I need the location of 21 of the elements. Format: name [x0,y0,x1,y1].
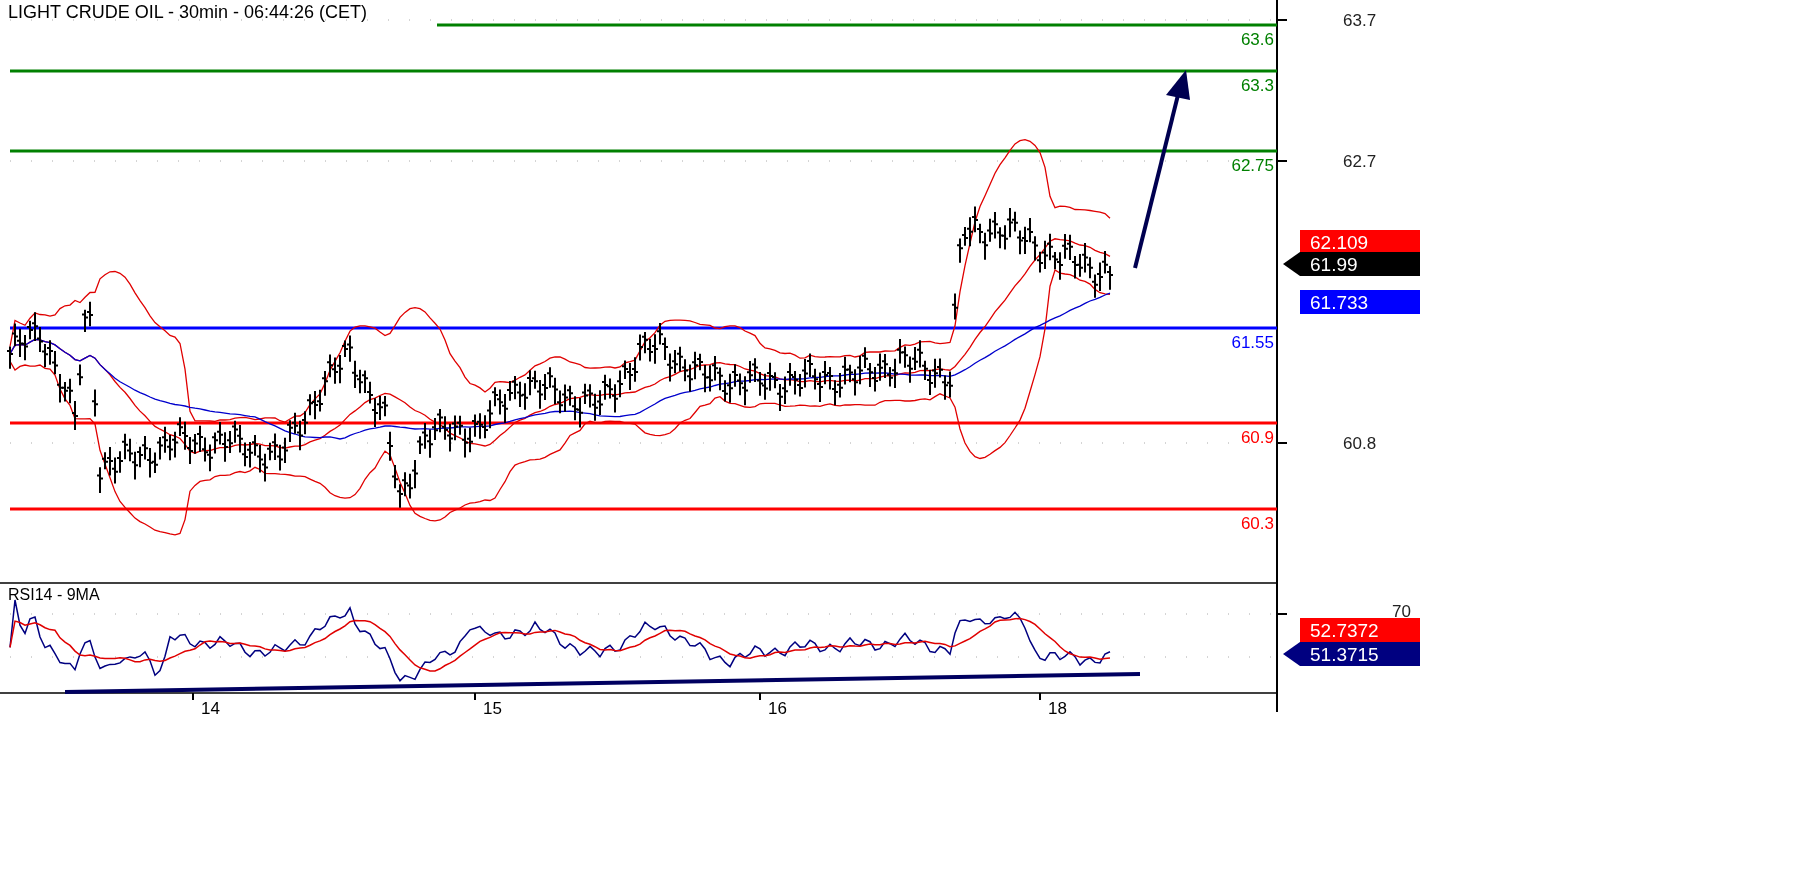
level-label: 62.75 [1231,156,1274,175]
axis-label: 62.7 [1343,152,1377,171]
axis-label: 70 [1392,602,1411,621]
indicator-title: RSI14 - 9MA [8,586,100,603]
axis-label: 15 [483,699,502,718]
level-label: 60.3 [1240,514,1274,533]
axis-label: 18 [1048,699,1067,718]
axis-label: 63.7 [1343,11,1377,30]
price-tag: 51.3715 [1283,642,1420,666]
price-tag: 62.109 [1300,230,1420,254]
price-tag: 61.733 [1300,290,1420,314]
level-label: 61.55 [1231,333,1274,352]
axis-label: 16 [768,699,787,718]
level-label: 63.3 [1240,76,1274,95]
axis-label: 60.8 [1343,434,1377,453]
price-tag: 52.7372 [1300,618,1420,642]
price-tag: 61.99 [1283,252,1420,276]
axis-label: 14 [201,699,220,718]
chart-title: LIGHT CRUDE OIL - 30min - 06:44:26 (CET) [8,2,368,22]
level-label: 63.6 [1240,30,1274,49]
level-label: 60.9 [1240,428,1274,447]
